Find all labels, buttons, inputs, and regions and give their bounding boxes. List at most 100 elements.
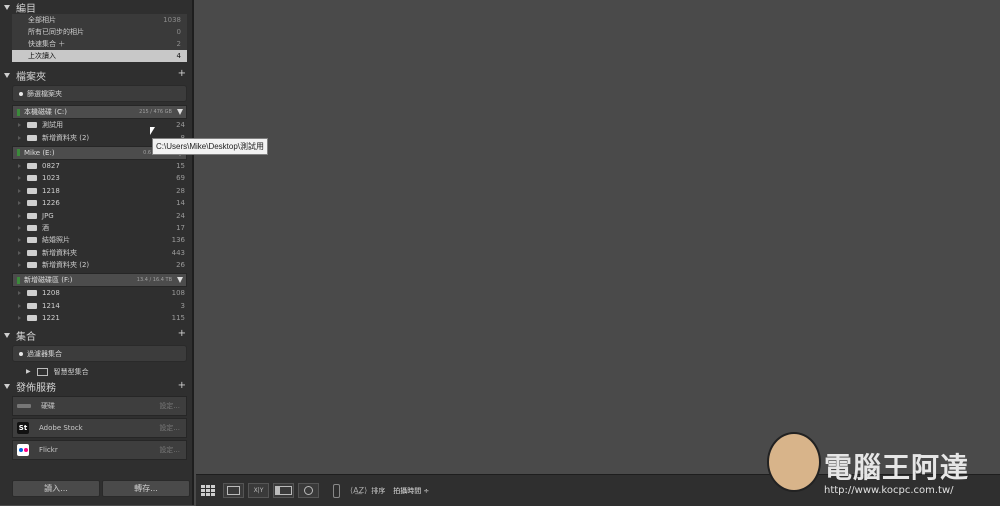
sort-select[interactable]: 拍攝時間 ÷ xyxy=(393,486,429,496)
expand-icon[interactable] xyxy=(18,123,21,128)
volume-header[interactable]: 本機磁碟 (C:) 215 / 476 GB xyxy=(12,105,187,119)
collections-title: 集合 xyxy=(16,331,36,343)
expand-icon[interactable] xyxy=(18,303,21,308)
bottom-buttons: 讀入... 轉存... xyxy=(12,480,190,497)
spray-can-icon[interactable] xyxy=(333,483,340,498)
chevron-down-icon[interactable] xyxy=(177,277,183,284)
folder-name: 1221 xyxy=(42,314,60,323)
folder-name: 1208 xyxy=(42,289,60,298)
people-icon xyxy=(304,486,313,495)
export-button[interactable]: 轉存... xyxy=(102,480,190,497)
expand-icon[interactable] xyxy=(18,201,21,206)
folder-name: 1226 xyxy=(42,199,60,208)
catalog-item-label: 上次讀入 xyxy=(28,52,56,60)
folder-count: 108 xyxy=(171,289,185,298)
expand-icon[interactable] xyxy=(18,188,21,193)
folder-count: 28 xyxy=(176,186,185,195)
folder-item[interactable]: 測試用 24 xyxy=(12,119,187,131)
site-watermark: 電腦王阿達 http://www.kocpc.com.tw/ xyxy=(767,432,997,502)
folder-name: 新增資料夾 (2) xyxy=(42,261,90,270)
collapse-icon xyxy=(4,332,10,338)
expand-icon[interactable]: ▶ xyxy=(26,368,31,375)
volume-name: Mike (E:) xyxy=(24,148,55,157)
folder-icon xyxy=(27,249,37,256)
folder-item[interactable]: 0827 15 xyxy=(12,160,187,172)
service-setup-link[interactable]: 設定... xyxy=(159,423,180,433)
service-setup-link[interactable]: 設定... xyxy=(159,445,180,455)
folder-item[interactable]: 結婚照片 136 xyxy=(12,234,187,246)
folder-item[interactable]: JPG 24 xyxy=(12,209,187,221)
publish-service-harddrive[interactable]: 硬碟 設定... xyxy=(12,395,187,416)
expand-icon[interactable] xyxy=(18,163,21,168)
sort-label: 排序 xyxy=(371,486,386,495)
publish-service-adobe-stock[interactable]: St Adobe Stock 設定... xyxy=(12,417,187,438)
add-collection-icon[interactable]: + xyxy=(178,328,186,339)
folder-item[interactable]: 1208 108 xyxy=(12,287,187,299)
folders-header[interactable]: 檔案夾 + xyxy=(0,68,192,83)
compare-view-button[interactable]: X|Y xyxy=(248,483,269,498)
catalog-item-last-import[interactable]: 上次讀入 4 xyxy=(12,50,187,62)
publish-service-flickr[interactable]: Flickr 設定... xyxy=(12,439,187,460)
people-view-button[interactable] xyxy=(298,483,319,498)
survey-view-button[interactable] xyxy=(273,483,294,498)
folder-item[interactable]: 1218 28 xyxy=(12,185,187,197)
grid-view-button[interactable] xyxy=(200,484,219,497)
folders-title: 檔案夾 xyxy=(16,71,46,83)
folder-count: 17 xyxy=(176,223,185,232)
expand-icon[interactable] xyxy=(18,238,21,243)
folder-item[interactable]: 酒 17 xyxy=(12,222,187,234)
folder-item[interactable]: 新增資料夾 443 xyxy=(12,247,187,259)
folder-path-tooltip: C:\Users\Mike\Desktop\測試用 xyxy=(152,138,269,155)
smart-collection-label: 智慧型集合 xyxy=(53,367,89,376)
folder-item[interactable]: 新增資料夾 (2) 26 xyxy=(12,259,187,271)
expand-icon[interactable] xyxy=(18,291,21,296)
folder-item[interactable]: 1226 14 xyxy=(12,197,187,209)
add-folder-icon[interactable]: + xyxy=(178,68,186,79)
collection-filter-input[interactable]: 過濾器集合 xyxy=(12,345,187,363)
service-setup-link[interactable]: 設定... xyxy=(159,401,180,411)
sort-direction-icon[interactable]: ⟨A͟Z⟩ xyxy=(350,486,367,495)
folder-count: 443 xyxy=(171,248,185,257)
folder-item[interactable]: 1221 115 xyxy=(12,312,187,324)
compare-icon: X|Y xyxy=(253,487,264,494)
catalog-item-count: 4 xyxy=(176,52,181,60)
folder-count: 14 xyxy=(176,199,185,208)
folder-count: 15 xyxy=(176,161,185,170)
expand-icon[interactable] xyxy=(18,225,21,230)
collections-header[interactable]: 集合 + xyxy=(0,328,192,343)
collection-filter-label: 過濾器集合 xyxy=(27,349,62,358)
volume-header[interactable]: 新增磁碟區 (F:) 13.4 / 16.4 TB xyxy=(12,273,187,288)
folder-item[interactable]: 1023 69 xyxy=(12,172,187,184)
loupe-view-button[interactable] xyxy=(223,483,244,498)
smart-collection-set[interactable]: ▶ 智慧型集合 xyxy=(26,365,187,377)
expand-icon[interactable] xyxy=(18,135,21,140)
expand-icon[interactable] xyxy=(18,316,21,321)
expand-icon[interactable] xyxy=(18,213,21,218)
catalog-item-all[interactable]: 全部相片 1038 xyxy=(12,14,187,26)
chevron-down-icon[interactable] xyxy=(177,109,183,115)
expand-icon[interactable] xyxy=(18,176,21,181)
folder-count: 24 xyxy=(176,121,185,130)
import-button[interactable]: 讀入... xyxy=(12,480,100,497)
folder-icon xyxy=(27,187,37,194)
add-service-icon[interactable]: + xyxy=(178,380,186,391)
folder-icon xyxy=(27,315,37,322)
volume-name: 新增磁碟區 (F:) xyxy=(24,276,73,285)
catalog-item-count: 2 xyxy=(176,40,181,48)
folder-filter-input[interactable]: 篩選檔案夾 xyxy=(12,85,187,102)
folder-item[interactable]: 1214 3 xyxy=(12,300,187,312)
catalog-title: 編目 xyxy=(16,3,36,15)
expand-icon[interactable] xyxy=(18,250,21,255)
folder-name: 新增資料夾 xyxy=(42,248,77,257)
catalog-item-quick[interactable]: 快速集合 ＋ 2 xyxy=(12,38,187,50)
publish-title: 發佈服務 xyxy=(16,383,56,395)
folder-count: 3 xyxy=(180,301,185,310)
grid-icon xyxy=(200,484,215,496)
folder-name: JPG xyxy=(42,211,54,220)
mascot-logo xyxy=(767,432,821,492)
publish-header[interactable]: 發佈服務 + xyxy=(0,380,192,394)
expand-icon[interactable] xyxy=(18,263,21,268)
catalog-header[interactable]: 編目 xyxy=(0,0,192,15)
folder-icon xyxy=(27,290,37,297)
catalog-item-synced[interactable]: 所有已同步的相片 0 xyxy=(12,26,187,38)
